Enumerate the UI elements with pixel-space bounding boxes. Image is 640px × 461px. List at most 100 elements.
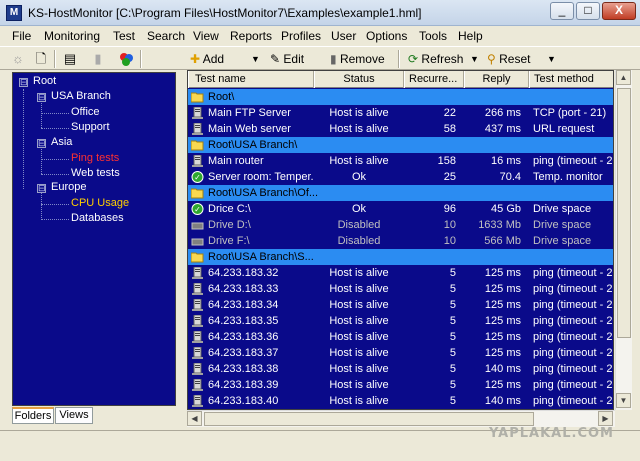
table-row[interactable]: 64.233.183.32 Host is alive 5 125 ms ping (t… xyxy=(188,265,613,281)
table-row[interactable]: 64.233.183.40 Host is alive 5 140 ms ping (t… xyxy=(188,393,613,409)
table-row[interactable]: 64.233.183.38 Host is alive 5 140 ms ping (t… xyxy=(188,361,613,377)
tests-grid[interactable]: Test name Status Recurre... Reply Test m… xyxy=(187,70,614,410)
folder-row[interactable]: Root\ xyxy=(188,89,613,105)
tab-views[interactable]: Views xyxy=(55,407,93,424)
table-row[interactable]: Main Web server Host is alive 58 437 ms URL … xyxy=(188,121,613,137)
cell-reply: 125 ms xyxy=(484,267,521,279)
column-test-name[interactable]: Test name xyxy=(188,71,314,88)
folder-row[interactable]: Root\USA Branch\ xyxy=(188,137,613,153)
reset-dropdown-arrow-icon[interactable]: ▼ xyxy=(547,50,556,68)
panel-splitter[interactable] xyxy=(180,72,184,410)
tree-node-office[interactable]: Office xyxy=(71,106,100,118)
table-row[interactable]: Drive D:\ Disabled 10 1633 Mb Drive space xyxy=(188,217,613,233)
add-dropdown-arrow-icon[interactable]: ▼ xyxy=(251,50,260,68)
table-row[interactable]: 64.233.183.39 Host is alive 5 125 ms ping (t… xyxy=(188,377,613,393)
menu-file[interactable]: File xyxy=(12,29,31,43)
menu-user[interactable]: User xyxy=(331,29,356,43)
table-row[interactable]: Main FTP Server Host is alive 22 266 ms TCP … xyxy=(188,105,613,121)
horizontal-scrollbar[interactable]: ◀ ▶ xyxy=(187,410,615,427)
properties-icon[interactable]: ▤ xyxy=(62,51,78,67)
scroll-right-icon[interactable]: ▶ xyxy=(598,411,613,426)
menu-search[interactable]: Search xyxy=(147,29,185,43)
menu-help[interactable]: Help xyxy=(458,29,483,43)
tree-line xyxy=(41,159,69,160)
menu-tools[interactable]: Tools xyxy=(419,29,447,43)
cell-status: Host is alive xyxy=(329,299,389,311)
cell-status: Ok xyxy=(351,203,367,215)
folder-row[interactable]: Root\USA Branch\S... xyxy=(188,249,613,265)
menu-profiles[interactable]: Profiles xyxy=(281,29,321,43)
cell-rec: 5 xyxy=(449,331,456,343)
menu-options[interactable]: Options xyxy=(366,29,407,43)
edit-button[interactable]: ✎ Edit xyxy=(270,50,304,68)
cell-rec: 10 xyxy=(443,219,456,231)
trash-icon[interactable]: ▮ xyxy=(90,51,106,67)
column-test-method[interactable]: Test method xyxy=(529,71,613,88)
expand-root-icon[interactable]: ⊟ xyxy=(19,78,28,87)
folder-row[interactable]: Root\USA Branch\Of... xyxy=(188,185,613,201)
tree-node-ping-tests[interactable]: Ping tests xyxy=(71,152,119,164)
add-button[interactable]: ✚ Add xyxy=(190,50,224,68)
folder-icon xyxy=(190,187,204,199)
scroll-down-icon[interactable]: ▼ xyxy=(616,393,631,408)
tree-node-asia[interactable]: Asia xyxy=(51,136,72,148)
cell-rec: 96 xyxy=(443,203,456,215)
tab-folders[interactable]: Folders xyxy=(12,407,54,424)
column-reply[interactable]: Reply xyxy=(464,71,529,88)
tree-node-web-tests[interactable]: Web tests xyxy=(71,167,120,179)
cell-reply: 125 ms xyxy=(484,347,521,359)
cell-method: ping (timeout - 2000 xyxy=(533,299,613,311)
cell-name: Main FTP Server xyxy=(208,107,291,119)
menu-reports[interactable]: Reports xyxy=(230,29,272,43)
table-row[interactable]: ✓ Drice C:\ Ok 96 45 Gb Drive space xyxy=(188,201,613,217)
refresh-button[interactable]: ⟳ Refresh xyxy=(408,50,463,68)
minimize-button[interactable]: _ xyxy=(550,2,574,20)
vertical-scrollbar[interactable]: ▲ ▼ xyxy=(615,70,632,410)
vertical-scroll-thumb[interactable] xyxy=(617,88,631,338)
table-row[interactable]: 64.233.183.34 Host is alive 5 125 ms ping (t… xyxy=(188,297,613,313)
table-row[interactable]: 64.233.183.33 Host is alive 5 125 ms ping (t… xyxy=(188,281,613,297)
cell-reply: 566 Mb xyxy=(484,235,521,247)
horizontal-scroll-thumb[interactable] xyxy=(204,412,534,426)
title-bar: M KS-HostMonitor [C:\Program Files\HostM… xyxy=(0,0,640,26)
tree-node-root[interactable]: Root xyxy=(33,75,56,87)
reset-button[interactable]: ⚲ Reset xyxy=(487,50,531,68)
ok-status-icon: ✓ xyxy=(191,171,204,183)
table-row[interactable]: 64.233.183.36 Host is alive 5 125 ms ping (t… xyxy=(188,329,613,345)
new-document-icon[interactable]: 🗋 xyxy=(33,51,49,67)
tree-node-support[interactable]: Support xyxy=(71,121,110,133)
menu-view[interactable]: View xyxy=(193,29,219,43)
expand-europe-icon[interactable]: ⊟ xyxy=(37,184,46,193)
maximize-button[interactable]: □ xyxy=(576,2,600,20)
close-button[interactable]: X xyxy=(602,2,636,20)
scroll-up-icon[interactable]: ▲ xyxy=(616,70,631,85)
table-row[interactable]: 64.233.183.37 Host is alive 5 125 ms ping (t… xyxy=(188,345,613,361)
column-recurrence[interactable]: Recurre... xyxy=(404,71,464,88)
tree-node-databases[interactable]: Databases xyxy=(71,212,124,224)
table-row[interactable]: Main router Host is alive 158 16 ms ping (ti… xyxy=(188,153,613,169)
column-status[interactable]: Status xyxy=(314,71,404,88)
tree-node-cpu-usage[interactable]: CPU Usage xyxy=(71,197,129,209)
cell-method: ping (timeout - 2000 xyxy=(533,379,613,391)
table-row[interactable]: ✓ Server room: Temper... Ok 25 70.4 Temp. mon… xyxy=(188,169,613,185)
menu-monitoring[interactable]: Monitoring xyxy=(44,29,100,43)
expand-usa-branch-icon[interactable]: ⊟ xyxy=(37,93,46,102)
server-icon xyxy=(191,394,204,407)
new-folder-icon[interactable]: ☼ xyxy=(10,51,26,67)
tree-line xyxy=(41,193,42,218)
color-settings-icon[interactable] xyxy=(118,51,134,67)
refresh-dropdown-arrow-icon[interactable]: ▼ xyxy=(470,50,479,68)
expand-asia-icon[interactable]: ⊟ xyxy=(37,139,46,148)
watermark: YAPLAKAL.COM xyxy=(489,426,614,441)
table-row[interactable]: 64.233.183.35 Host is alive 5 125 ms ping (t… xyxy=(188,313,613,329)
table-row[interactable]: Drive F:\ Disabled 10 566 Mb Drive space xyxy=(188,233,613,249)
menu-test[interactable]: Test xyxy=(113,29,135,43)
tree-node-europe[interactable]: Europe xyxy=(51,181,86,193)
panel-tabs: Folders Views xyxy=(12,407,182,425)
cell-name: Drice C:\ xyxy=(208,203,251,215)
remove-button[interactable]: ▮ Remove xyxy=(330,50,385,68)
tree-node-usa-branch[interactable]: USA Branch xyxy=(51,90,111,102)
scroll-left-icon[interactable]: ◀ xyxy=(187,411,202,426)
ok-status-icon: ✓ xyxy=(191,203,204,215)
folder-tree[interactable]: ⊟ Root ⊟ USA Branch Office Support ⊟ Asi… xyxy=(12,72,176,406)
